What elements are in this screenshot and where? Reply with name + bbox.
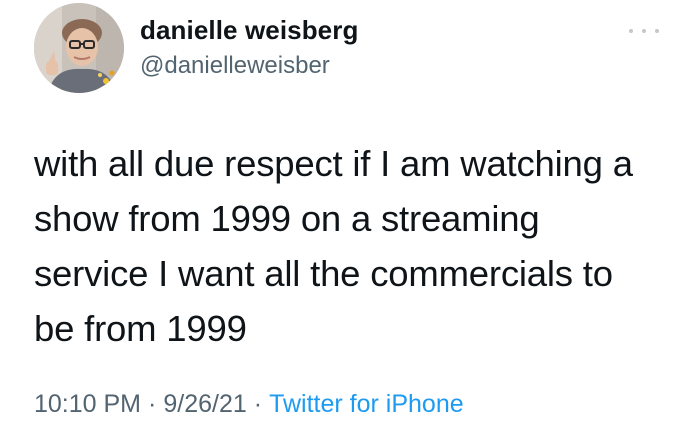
- tweet-text-line: with all due respect if I am watching a: [34, 143, 633, 184]
- user-handle[interactable]: @danielleweisber: [140, 52, 330, 80]
- dot: [629, 29, 633, 33]
- tweet-source-link[interactable]: Twitter for iPhone: [269, 390, 464, 418]
- dot: [642, 29, 646, 33]
- tweet-card: danielle weisberg @danielleweisber with …: [0, 0, 690, 427]
- tweet-text: with all due respect if I am watching a …: [34, 136, 664, 356]
- separator: ·: [148, 390, 157, 418]
- display-name[interactable]: danielle weisberg: [140, 15, 358, 46]
- tweet-text-line: be from 1999: [34, 308, 247, 349]
- dot: [655, 29, 659, 33]
- tweet-time[interactable]: 10:10 PM: [34, 390, 141, 418]
- separator: ·: [253, 390, 263, 418]
- avatar-photo: [34, 3, 124, 93]
- tweet-date[interactable]: 9/26/21: [163, 390, 246, 418]
- tweet-text-line: service I want all the commercials to: [34, 253, 613, 294]
- tweet-meta: 10:10 PM · 9/26/21 · Twitter for iPhone: [34, 390, 464, 419]
- avatar[interactable]: [34, 3, 124, 93]
- tweet-text-line: show from 1999 on a streaming: [34, 198, 540, 239]
- more-options-icon[interactable]: [629, 24, 659, 38]
